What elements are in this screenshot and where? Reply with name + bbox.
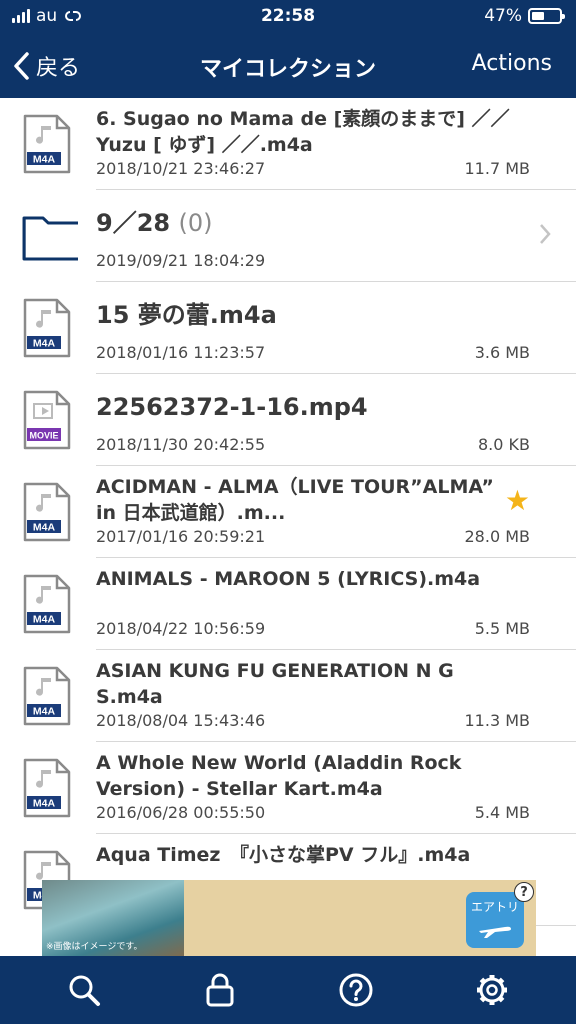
tab-settings[interactable] (472, 972, 512, 1008)
file-name-text: 9／28 (96, 209, 171, 237)
file-name: Aqua Timez 『小さな掌PV フル』.m4a (96, 842, 516, 868)
file-name: A Whole New World (Aladdin Rock Version)… (96, 750, 516, 802)
svg-text:M4A: M4A (33, 154, 56, 166)
navigation-bar: 戻る マイコレクション Actions (0, 34, 576, 98)
folder-count: (0) (178, 209, 213, 237)
battery-percent: 47% (484, 6, 522, 26)
audio-file-icon: M4A (23, 758, 71, 818)
file-row[interactable]: MOVIE 22562372-1-16.mp4 2018/11/30 20:42:5… (0, 374, 576, 466)
file-name: 6. Sugao no Mama de [素顔のままで] ／／ Yuzu [ ゆ… (96, 106, 516, 158)
file-row[interactable]: M4A ASIAN KUNG FU GENERATION N G S.m4a 201… (0, 650, 576, 742)
tab-search[interactable] (64, 972, 104, 1008)
svg-text:MOVIE: MOVIE (29, 431, 58, 441)
battery-area: 47% (484, 6, 565, 26)
file-size: 5.4 MB (474, 803, 530, 822)
file-row[interactable]: M4A A Whole New World (Aladdin Rock Versi… (0, 742, 576, 834)
lock-icon (206, 973, 234, 1007)
file-name-text: 15 夢の蕾.m4a (96, 301, 277, 329)
file-name-text: 6. Sugao no Mama de [素顔のままで] ／／ Yuzu [ ゆ… (96, 108, 510, 156)
file-name: 22562372-1-16.mp4 (96, 394, 516, 420)
help-icon (339, 973, 373, 1007)
ad-info-icon[interactable]: ? (514, 882, 534, 902)
file-name: 9／28 (0) (96, 210, 516, 236)
svg-text:M4A: M4A (33, 798, 56, 810)
file-size: 11.7 MB (464, 159, 531, 178)
folder-icon (22, 216, 78, 261)
file-name: ASIAN KUNG FU GENERATION N G S.m4a (96, 658, 516, 710)
file-name-text: 22562372-1-16.mp4 (96, 393, 368, 421)
audio-file-icon: M4A (23, 114, 71, 174)
ad-image: ※画像はイメージです。 (42, 880, 184, 956)
file-row[interactable]: M4A ANIMALS - MAROON 5 (LYRICS).m4a 2018/0… (0, 558, 576, 650)
file-date: 2017/01/16 20:59:21 (96, 527, 266, 546)
ad-banner[interactable]: ※画像はイメージです。 エアトリ ? (42, 880, 536, 956)
ad-brand-logo[interactable]: エアトリ (466, 892, 524, 948)
ad-brand-label: エアトリ (470, 900, 519, 914)
file-name: ACIDMAN - ALMA（LIVE TOUR”ALMA” in 日本武道館）… (96, 474, 516, 526)
file-date: 2016/06/28 00:55:50 (96, 803, 266, 822)
tab-bar (0, 956, 576, 1024)
file-size: 11.3 MB (464, 711, 531, 730)
file-name: ANIMALS - MAROON 5 (LYRICS).m4a (96, 566, 516, 592)
airplane-icon (479, 926, 511, 938)
file-name: 15 夢の蕾.m4a (96, 302, 516, 328)
svg-text:M4A: M4A (33, 706, 56, 718)
audio-file-icon: M4A (23, 574, 71, 634)
svg-text:M4A: M4A (33, 614, 56, 626)
back-button[interactable]: 戻る (12, 50, 80, 82)
file-size: 28.0 MB (464, 527, 531, 546)
chevron-left-icon (14, 52, 29, 80)
search-icon (69, 975, 100, 1006)
ad-caption: ※画像はイメージです。 (46, 942, 143, 952)
folder-row[interactable]: 9／28 (0) 2019/09/21 18:04:29 (0, 190, 576, 282)
chevron-right-icon (540, 224, 551, 244)
file-name-text: ASIAN KUNG FU GENERATION N G S.m4a (96, 660, 454, 708)
file-row[interactable]: M4A 6. Sugao no Mama de [素顔のままで] ／／ Yuzu … (0, 98, 576, 190)
file-row[interactable]: M4A ACIDMAN - ALMA（LIVE TOUR”ALMA” in 日本武… (0, 466, 576, 558)
file-size: 5.5 MB (474, 619, 530, 638)
file-date: 2018/11/30 20:42:55 (96, 435, 266, 454)
file-date: 2018/08/04 15:43:46 (96, 711, 266, 730)
movie-file-icon: MOVIE (23, 390, 71, 450)
file-date: 2018/04/22 10:56:59 (96, 619, 266, 638)
file-date: 2019/09/21 18:04:29 (96, 251, 266, 270)
file-date: 2018/01/16 11:23:57 (96, 343, 266, 362)
file-size: 8.0 KB (478, 435, 530, 454)
svg-text:M4A: M4A (33, 522, 56, 534)
file-name-text: ANIMALS - MAROON 5 (LYRICS).m4a (96, 568, 481, 590)
actions-button[interactable]: Actions (472, 51, 552, 76)
tab-lock[interactable] (200, 972, 240, 1008)
status-bar: au 22:58 47% (0, 0, 576, 34)
file-row[interactable]: M4A 15 夢の蕾.m4a 2018/01/16 11:23:57 3.6 MB (0, 282, 576, 374)
file-name-text: Aqua Timez 『小さな掌PV フル』.m4a (96, 844, 471, 866)
audio-file-icon: M4A (23, 482, 71, 542)
audio-file-icon: M4A (23, 666, 71, 726)
star-icon[interactable]: ★ (505, 484, 530, 517)
file-date: 2018/10/21 23:46:27 (96, 159, 266, 178)
tab-help[interactable] (336, 972, 376, 1008)
svg-text:M4A: M4A (33, 338, 56, 350)
audio-file-icon: M4A (23, 298, 71, 358)
file-name-text: ACIDMAN - ALMA（LIVE TOUR”ALMA” in 日本武道館）… (96, 476, 494, 524)
file-size: 3.6 MB (474, 343, 530, 362)
battery-icon (528, 8, 565, 24)
file-name-text: A Whole New World (Aladdin Rock Version)… (96, 752, 462, 800)
back-label: 戻る (36, 56, 81, 81)
gear-icon (477, 975, 507, 1005)
